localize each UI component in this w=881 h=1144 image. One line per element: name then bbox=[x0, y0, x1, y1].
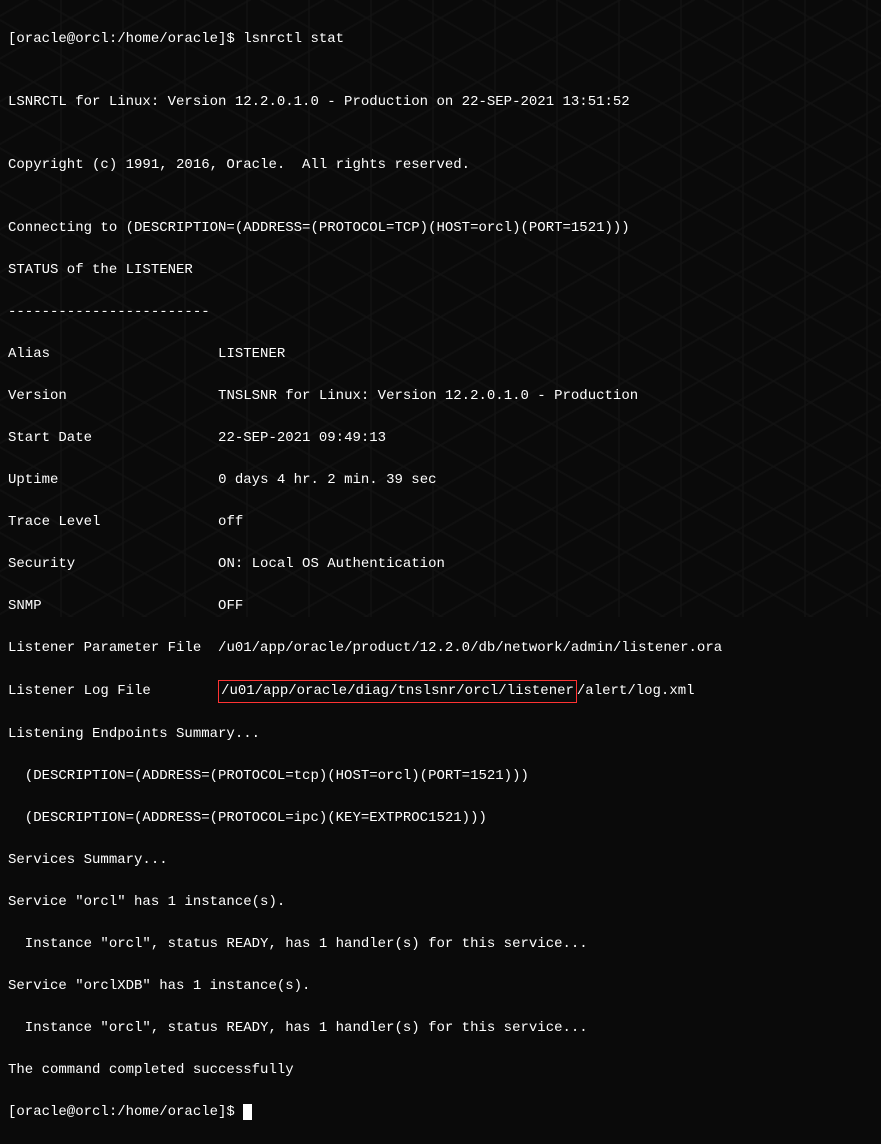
terminal-output: [oracle@orcl:/home/oracle]$ lsnrctl stat… bbox=[8, 8, 873, 1144]
version-value: TNSLSNR for Linux: Version 12.2.0.1.0 - … bbox=[218, 388, 638, 404]
lsnrctl-header: LSNRCTL for Linux: Version 12.2.0.1.0 - … bbox=[8, 92, 873, 113]
separator-line: ------------------------ bbox=[8, 302, 873, 323]
version-row: Version TNSLSNR for Linux: Version 12.2.… bbox=[8, 386, 873, 407]
start-date-value: 22-SEP-2021 09:49:13 bbox=[218, 430, 386, 446]
log-file-row: Listener Log File /u01/app/oracle/diag/t… bbox=[8, 680, 873, 703]
alias-label: Alias bbox=[8, 346, 50, 362]
param-file-label: Listener Parameter File bbox=[8, 640, 201, 656]
security-label: Security bbox=[8, 556, 75, 572]
endpoint-tcp: (DESCRIPTION=(ADDRESS=(PROTOCOL=tcp)(HOS… bbox=[8, 766, 873, 787]
start-date-row: Start Date 22-SEP-2021 09:49:13 bbox=[8, 428, 873, 449]
uptime-row: Uptime 0 days 4 hr. 2 min. 39 sec bbox=[8, 470, 873, 491]
security-value: ON: Local OS Authentication bbox=[218, 556, 445, 572]
completed-line: The command completed successfully bbox=[8, 1060, 873, 1081]
log-file-path-highlighted: /u01/app/oracle/diag/tnslsnr/orcl/listen… bbox=[218, 680, 577, 703]
service-orcl: Service "orcl" has 1 instance(s). bbox=[8, 892, 873, 913]
start-date-label: Start Date bbox=[8, 430, 92, 446]
snmp-value: OFF bbox=[218, 598, 243, 614]
param-file-row: Listener Parameter File /u01/app/oracle/… bbox=[8, 638, 873, 659]
trace-label: Trace Level bbox=[8, 514, 100, 530]
log-file-label: Listener Log File bbox=[8, 683, 151, 699]
snmp-row: SNMP OFF bbox=[8, 596, 873, 617]
cursor[interactable] bbox=[243, 1104, 252, 1120]
uptime-value: 0 days 4 hr. 2 min. 39 sec bbox=[218, 472, 436, 488]
alias-row: Alias LISTENER bbox=[8, 344, 873, 365]
instance-orcl-1: Instance "orcl", status READY, has 1 han… bbox=[8, 934, 873, 955]
alias-value: LISTENER bbox=[218, 346, 285, 362]
endpoint-ipc: (DESCRIPTION=(ADDRESS=(PROTOCOL=ipc)(KEY… bbox=[8, 808, 873, 829]
status-header: STATUS of the LISTENER bbox=[8, 260, 873, 281]
shell-prompt[interactable]: [oracle@orcl:/home/oracle]$ bbox=[8, 1104, 243, 1120]
instance-orcl-2: Instance "orcl", status READY, has 1 han… bbox=[8, 1018, 873, 1039]
trace-row: Trace Level off bbox=[8, 512, 873, 533]
version-label: Version bbox=[8, 388, 67, 404]
trace-value: off bbox=[218, 514, 243, 530]
snmp-label: SNMP bbox=[8, 598, 42, 614]
copyright-line: Copyright (c) 1991, 2016, Oracle. All ri… bbox=[8, 155, 873, 176]
endpoints-summary: Listening Endpoints Summary... bbox=[8, 724, 873, 745]
shell-prompt: [oracle@orcl:/home/oracle]$ bbox=[8, 31, 243, 47]
param-file-value: /u01/app/oracle/product/12.2.0/db/networ… bbox=[218, 640, 722, 656]
service-orclxdb: Service "orclXDB" has 1 instance(s). bbox=[8, 976, 873, 997]
command-input: lsnrctl stat bbox=[243, 31, 344, 47]
connecting-line: Connecting to (DESCRIPTION=(ADDRESS=(PRO… bbox=[8, 218, 873, 239]
services-summary: Services Summary... bbox=[8, 850, 873, 871]
uptime-label: Uptime bbox=[8, 472, 58, 488]
log-file-path-rest: /alert/log.xml bbox=[577, 683, 695, 699]
security-row: Security ON: Local OS Authentication bbox=[8, 554, 873, 575]
